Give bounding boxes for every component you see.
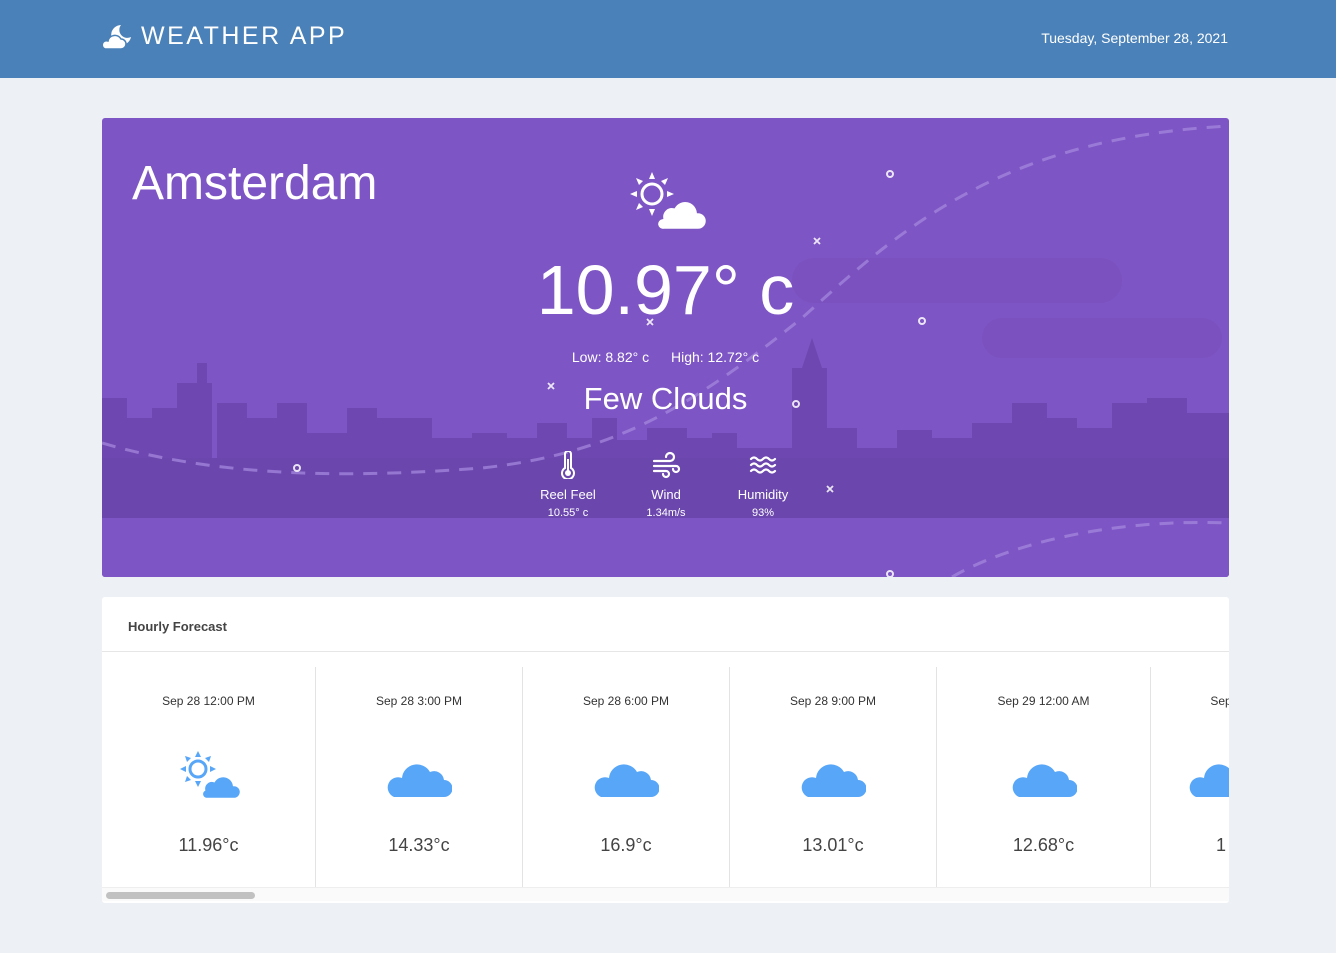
forecast-card[interactable]: Sep 1 (1151, 667, 1229, 887)
forecast-temperature: 12.68°c (1012, 835, 1075, 855)
stat-humidity: Humidity 93% (713, 451, 813, 519)
hourly-forecast-panel: Hourly Forecast Sep 28 12:00 PM 11.96°c (102, 597, 1229, 903)
horizontal-scrollbar[interactable] (102, 887, 1229, 901)
stat-label: Reel Feel (540, 487, 596, 502)
cloud-icon (387, 764, 452, 797)
stat-real-feel: Reel Feel 10.55° c (518, 451, 618, 519)
forecast-card[interactable]: Sep 28 3:00 PM 14.33°c (316, 667, 523, 887)
scrollbar-thumb[interactable] (106, 892, 255, 899)
forecast-time: Sep 28 3:00 PM (375, 694, 463, 708)
low-temperature: Low: 8.82° c (571, 349, 650, 365)
current-temperature: 10.97° c (536, 251, 795, 329)
app-title: WEATHER APP (141, 22, 348, 50)
stat-value: 1.34m/s (646, 507, 686, 519)
forecast-card[interactable]: Sep 28 12:00 PM 11.96°c (102, 667, 316, 887)
forecast-card[interactable]: Sep 28 6:00 PM 16.9°c (523, 667, 730, 887)
forecast-scroller[interactable]: Sep 28 12:00 PM 11.96°c Sep 28 3:00 PM 1… (102, 667, 1229, 887)
stat-value: 93% (751, 507, 775, 519)
forecast-temperature: 11.96°c (178, 835, 239, 855)
cloud-icon (1189, 764, 1229, 797)
moon-cloud-icon (101, 24, 131, 50)
city-name: Amsterdam (132, 157, 378, 210)
sun-cloud-icon (628, 170, 706, 232)
wind-icon (652, 451, 681, 479)
high-temperature: High: 12.72° c (670, 349, 760, 365)
forecast-time: Sep 28 12:00 PM (162, 694, 255, 708)
current-weather-card: Amsterdam 10.97° c Low: 8.82° c High: 12… (102, 118, 1229, 577)
app-header: WEATHER APP Tuesday, September 28, 2021 (0, 0, 1336, 78)
thermometer-icon (561, 451, 575, 479)
low-high-temps: Low: 8.82° c High: 12.72° c (102, 349, 1229, 365)
forecast-temperature: 16.9°c (600, 835, 652, 855)
forecast-time: Sep 29 12:00 AM (997, 694, 1090, 708)
divider (102, 651, 1229, 652)
forecast-title: Hourly Forecast (128, 619, 227, 634)
forecast-time: Sep (1210, 694, 1229, 708)
cloud-icon (1012, 764, 1077, 797)
humidity-icon (749, 456, 777, 474)
forecast-temperature: 1 (1215, 835, 1226, 855)
forecast-card[interactable]: Sep 29 12:00 AM 12.68°c (937, 667, 1151, 887)
forecast-time: Sep 28 6:00 PM (582, 694, 670, 708)
forecast-card[interactable]: Sep 28 9:00 PM 13.01°c (730, 667, 937, 887)
stat-label: Humidity (737, 487, 789, 502)
stat-wind: Wind 1.34m/s (616, 451, 716, 519)
cloud-icon (801, 764, 866, 797)
forecast-temperature: 14.33°c (388, 835, 450, 855)
forecast-temperature: 13.01°c (802, 835, 864, 855)
cloud-icon (594, 764, 659, 797)
forecast-time: Sep 28 9:00 PM (789, 694, 877, 708)
weather-description: Few Clouds (583, 381, 748, 416)
current-date: Tuesday, September 28, 2021 (1041, 30, 1228, 46)
brand[interactable]: WEATHER APP (101, 22, 347, 51)
stat-value: 10.55° c (547, 507, 589, 519)
stat-label: Wind (651, 487, 681, 502)
sun-cloud-icon (179, 751, 242, 801)
